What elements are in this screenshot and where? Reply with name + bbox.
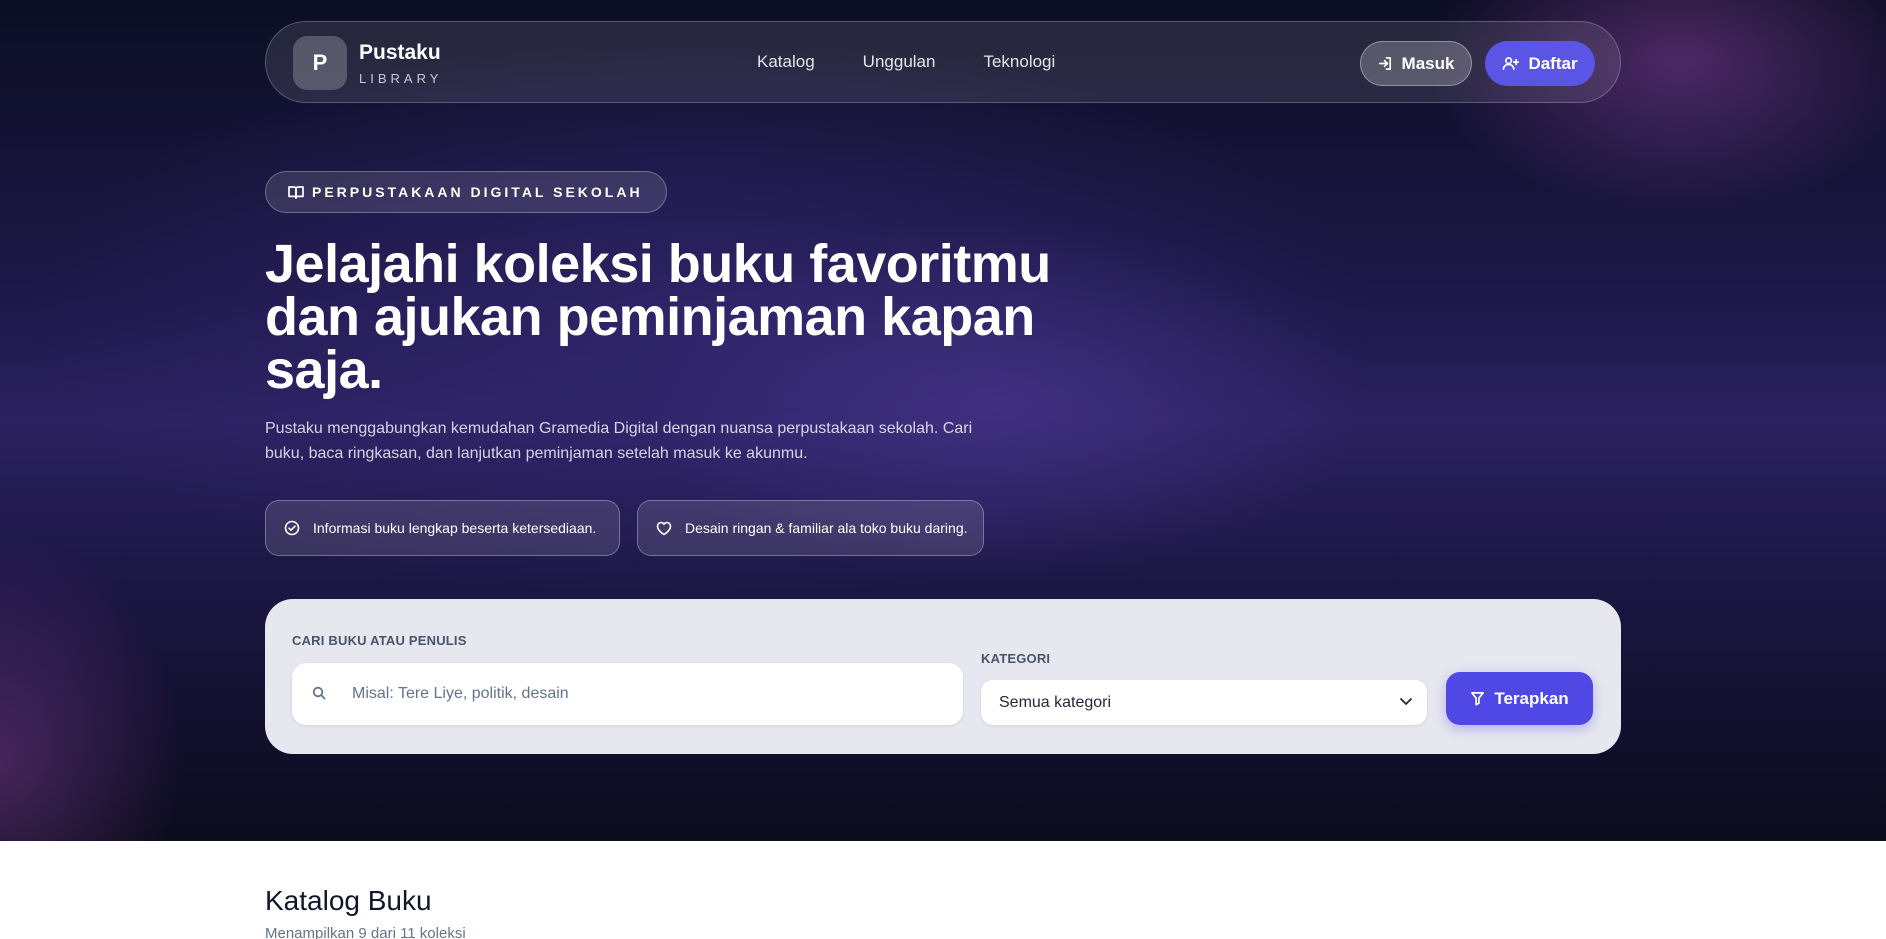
nav-link-unggulan[interactable]: Unggulan bbox=[863, 52, 936, 72]
nav-link-katalog[interactable]: Katalog bbox=[757, 52, 815, 72]
hero-badge-label: PERPUSTAKAAN DIGITAL SEKOLAH bbox=[312, 184, 643, 200]
feature-card-info: Informasi buku lengkap beserta ketersedi… bbox=[265, 500, 620, 556]
category-selected-value: Semua kategori bbox=[999, 693, 1112, 711]
catalog-count: Menampilkan 9 dari 11 koleksi bbox=[265, 925, 466, 939]
register-button[interactable]: Daftar bbox=[1485, 41, 1595, 86]
login-button-label: Masuk bbox=[1401, 53, 1455, 73]
nav-link-teknologi[interactable]: Teknologi bbox=[983, 52, 1055, 72]
hero-section: P Pustaku LIBRARY Katalog Unggulan Tekno… bbox=[0, 0, 1886, 841]
check-circle-icon bbox=[284, 520, 300, 536]
catalog-title: Katalog Buku bbox=[265, 885, 432, 916]
feature-design-text: Desain ringan & familiar ala toko buku d… bbox=[685, 520, 968, 536]
hero-title: Jelajahi koleksi buku favoritmu dan ajuk… bbox=[265, 234, 1051, 400]
brand-logo[interactable]: P bbox=[293, 36, 347, 90]
user-plus-icon bbox=[1503, 57, 1520, 70]
chevron-down-icon bbox=[1400, 698, 1412, 705]
brand-name[interactable]: Pustaku bbox=[359, 41, 441, 65]
category-label: KATEGORI bbox=[981, 651, 1051, 666]
hero-description: Pustaku menggabungkan kemudahan Gramedia… bbox=[265, 420, 973, 462]
feature-info-text: Informasi buku lengkap beserta ketersedi… bbox=[313, 520, 597, 536]
hero-badge: PERPUSTAKAAN DIGITAL SEKOLAH bbox=[265, 171, 667, 213]
search-label: CARI BUKU ATAU PENULIS bbox=[292, 633, 467, 648]
filter-icon bbox=[1471, 692, 1485, 706]
login-button[interactable]: Masuk bbox=[1360, 41, 1472, 86]
search-icon bbox=[312, 686, 326, 700]
search-input[interactable] bbox=[352, 663, 952, 725]
navbar: P Pustaku LIBRARY Katalog Unggulan Tekno… bbox=[265, 21, 1621, 103]
nav-links: Katalog Unggulan Teknologi bbox=[757, 52, 1103, 72]
apply-filter-label: Terapkan bbox=[1494, 688, 1569, 708]
apply-filter-button[interactable]: Terapkan bbox=[1446, 672, 1593, 725]
register-button-label: Daftar bbox=[1528, 53, 1578, 73]
login-icon bbox=[1378, 57, 1391, 70]
category-select[interactable]: Semua kategori bbox=[981, 680, 1427, 725]
brand-subtitle: LIBRARY bbox=[359, 71, 443, 86]
search-panel: CARI BUKU ATAU PENULIS KATEGORI Semua ka… bbox=[265, 599, 1621, 754]
search-field[interactable] bbox=[292, 663, 963, 725]
heart-icon bbox=[656, 521, 672, 535]
feature-card-design: Desain ringan & familiar ala toko buku d… bbox=[637, 500, 984, 556]
book-open-icon bbox=[288, 186, 304, 199]
